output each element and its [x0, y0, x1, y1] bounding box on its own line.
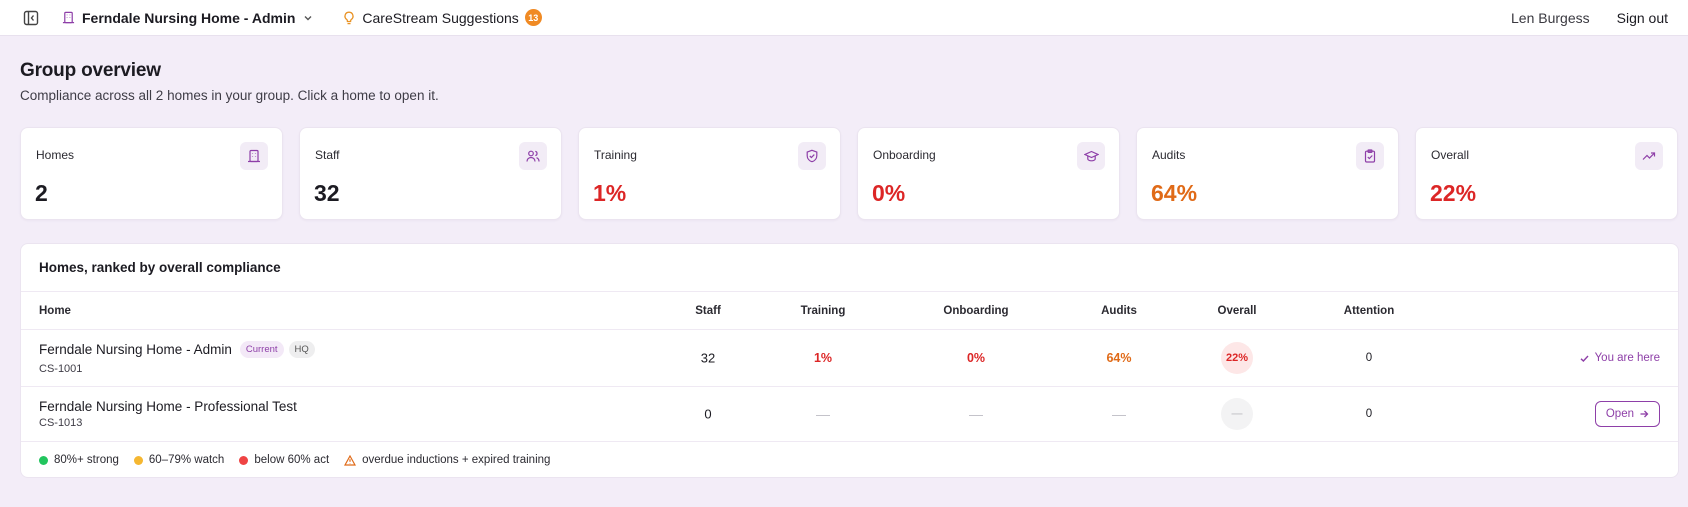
warning-triangle-icon [344, 454, 357, 466]
stat-label: Onboarding [873, 148, 936, 162]
audits-value: 64% [1106, 351, 1132, 365]
you-are-here-label: You are here [1594, 352, 1660, 364]
suggestions-button[interactable]: CareStream Suggestions 13 [343, 9, 542, 26]
suggestions-label: CareStream Suggestions [362, 9, 519, 26]
chevron-down-icon [303, 13, 313, 23]
stat-card-homes: Homes 2 [20, 127, 283, 220]
stat-card-onboarding: Onboarding 0% [857, 127, 1120, 220]
header-home: Home [39, 304, 71, 317]
audits-value: — [1112, 406, 1126, 422]
home-name: Ferndale Nursing Home - Admin [39, 342, 232, 357]
legend-act: below 60% act [239, 454, 329, 466]
attention-value: 0 [1365, 352, 1373, 364]
home-switcher[interactable]: Ferndale Nursing Home - Admin [62, 10, 313, 26]
trending-up-icon [1635, 142, 1663, 170]
graduation-cap-icon [1077, 142, 1105, 170]
header-staff: Staff [695, 304, 721, 317]
you-are-here-indicator: You are here [1579, 352, 1660, 364]
page-subtitle: Compliance across all 2 homes in your gr… [20, 88, 439, 103]
arrow-right-icon [1639, 409, 1649, 419]
onboarding-value: 0% [966, 351, 986, 365]
suggestions-count-badge: 13 [524, 9, 542, 26]
stat-value: 1% [593, 180, 627, 206]
onboarding-value: — [969, 406, 983, 422]
homes-table-panel: Homes, ranked by overall compliance Home… [20, 243, 1679, 478]
hq-badge: HQ [288, 341, 315, 358]
stat-label: Staff [315, 148, 340, 162]
sidebar-toggle-icon[interactable] [22, 9, 40, 27]
page-heading: Group overview Compliance across all 2 h… [20, 60, 439, 103]
sign-out-link[interactable]: Sign out [1617, 10, 1668, 26]
stat-label: Audits [1152, 148, 1186, 162]
users-icon [519, 142, 547, 170]
legend-watch: 60–79% watch [133, 454, 225, 466]
header-onboarding: Onboarding [943, 304, 1009, 317]
table-header: Home Staff Training Onboarding Audits Ov… [21, 292, 1678, 330]
open-home-button[interactable]: Open [1594, 401, 1660, 427]
table-row[interactable]: Ferndale Nursing Home - Admin Current HQ… [21, 330, 1678, 387]
legend-act-label: below 60% act [254, 454, 330, 466]
stat-label: Overall [1431, 148, 1470, 162]
stat-value: 0% [872, 180, 906, 206]
building-icon [62, 11, 75, 24]
legend-strong: 80%+ strong [39, 454, 119, 466]
stat-value: 64% [1151, 180, 1198, 206]
stat-value: 32 [314, 180, 340, 206]
stat-value: 2 [35, 180, 48, 206]
page-title: Group overview [20, 60, 161, 81]
staff-value: 0 [704, 406, 712, 422]
user-name: Len Burgess [1511, 10, 1590, 26]
training-value: 1% [813, 351, 833, 365]
home-code: CS-1001 [39, 363, 83, 375]
home-cell: Ferndale Nursing Home - Professional Tes… [39, 399, 297, 429]
stat-value: 22% [1430, 180, 1477, 206]
stat-card-staff: Staff 32 [299, 127, 562, 220]
clipboard-check-icon [1356, 142, 1384, 170]
legend-overdue: overdue inductions + expired training [344, 454, 550, 466]
top-bar: Ferndale Nursing Home - Admin CareStream… [0, 0, 1688, 36]
current-badge: Current [239, 341, 284, 358]
home-code: CS-1013 [39, 417, 83, 429]
building-icon [240, 142, 268, 170]
overall-value: 22% [1221, 342, 1253, 374]
stat-label: Training [594, 148, 637, 162]
lightbulb-icon [343, 11, 355, 25]
green-dot-icon [39, 455, 48, 465]
overall-value: — [1221, 398, 1253, 430]
open-button-label: Open [1605, 408, 1634, 420]
home-cell: Ferndale Nursing Home - Admin Current HQ… [39, 341, 315, 375]
header-overall: Overall [1217, 304, 1257, 317]
legend-overdue-label: overdue inductions + expired training [362, 454, 551, 466]
check-icon [1579, 353, 1590, 364]
compliance-legend: 80%+ strong 60–79% watch below 60% act o… [39, 454, 565, 466]
header-attention: Attention [1343, 304, 1395, 317]
staff-value: 32 [700, 350, 716, 366]
stat-card-audits: Audits 64% [1136, 127, 1399, 220]
stat-cards: Homes 2 Staff 32 Training 1% Onboarding … [20, 127, 1678, 220]
table-row[interactable]: Ferndale Nursing Home - Professional Tes… [21, 387, 1678, 442]
stat-card-training: Training 1% [578, 127, 841, 220]
amber-dot-icon [133, 455, 143, 465]
legend-strong-label: 80%+ strong [54, 454, 119, 466]
home-name: Ferndale Nursing Home - Professional Tes… [39, 399, 297, 414]
shield-check-icon [798, 142, 826, 170]
stat-label: Homes [36, 148, 75, 162]
attention-value: 0 [1365, 408, 1373, 420]
home-switcher-label: Ferndale Nursing Home - Admin [82, 9, 296, 26]
red-dot-icon [239, 455, 249, 465]
header-training: Training [800, 304, 846, 317]
training-value: — [816, 406, 830, 422]
header-audits: Audits [1101, 304, 1137, 317]
stat-card-overall: Overall 22% [1415, 127, 1678, 220]
table-title: Homes, ranked by overall compliance [21, 244, 1678, 292]
legend-watch-label: 60–79% watch [148, 454, 225, 466]
